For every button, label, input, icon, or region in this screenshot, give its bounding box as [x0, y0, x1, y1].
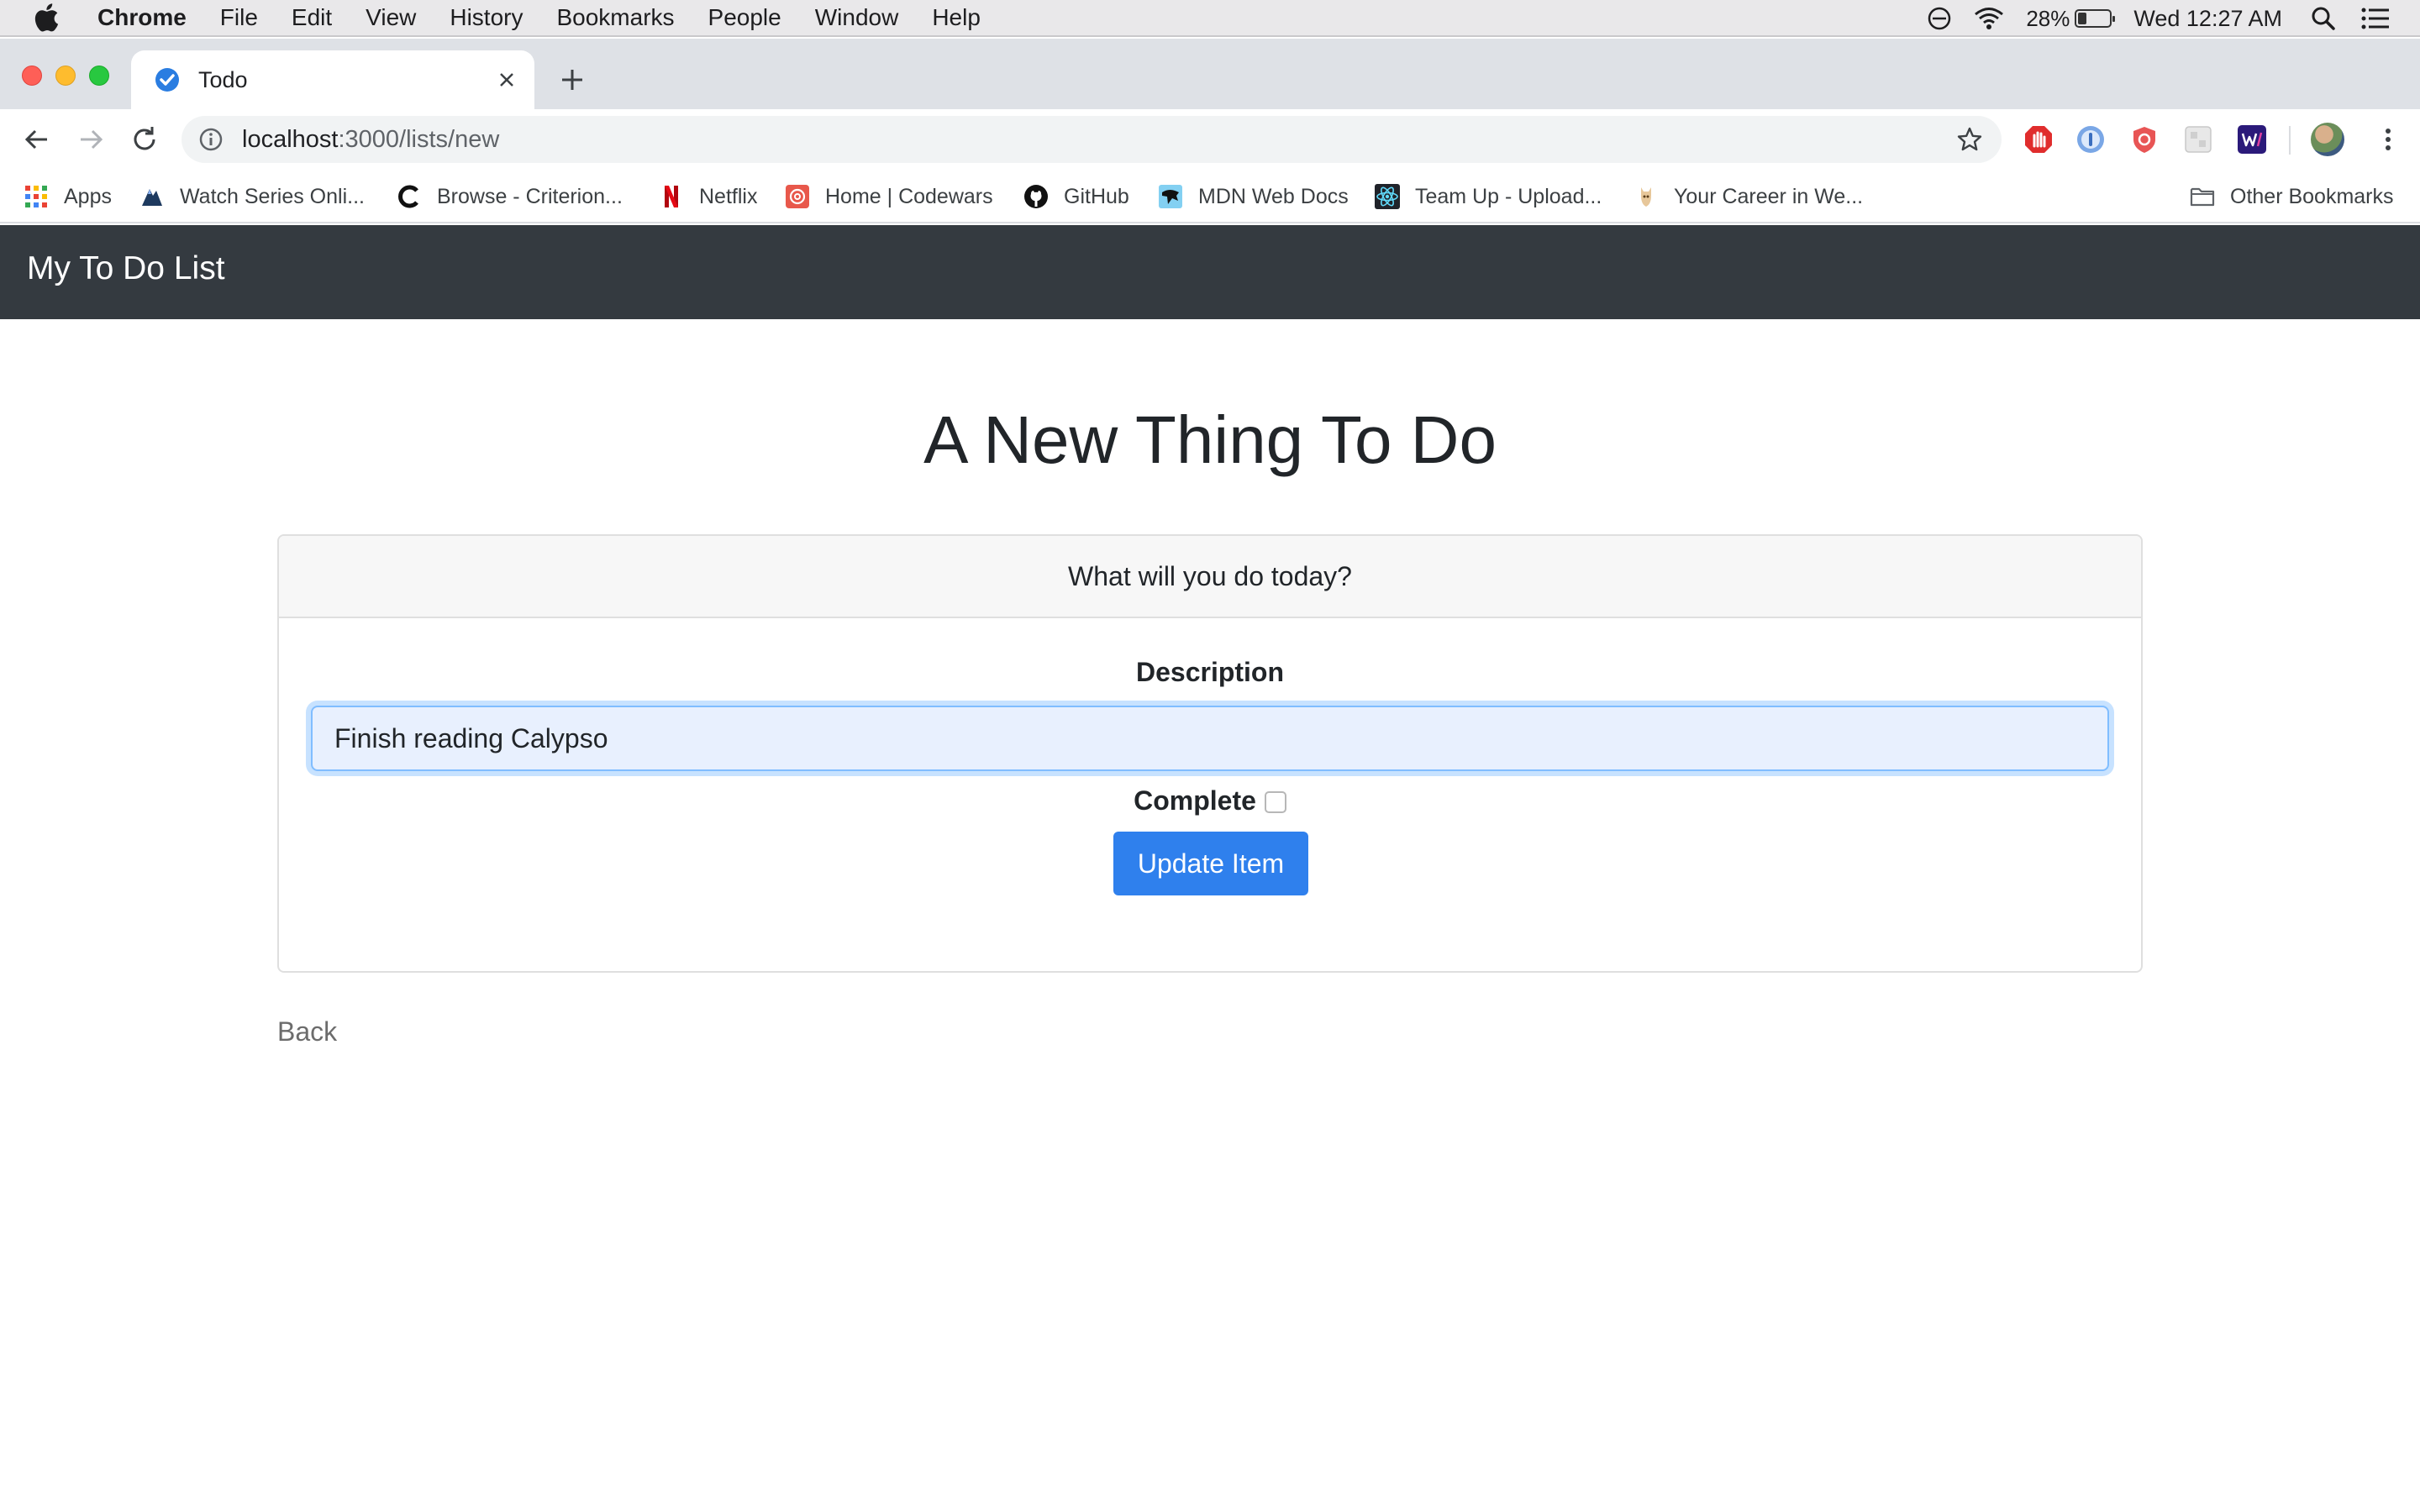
bookmark-netflix[interactable]: Netflix	[659, 181, 757, 212]
site-info-icon[interactable]	[198, 127, 224, 152]
profile-avatar[interactable]	[2311, 123, 2344, 156]
bookmark-mdn[interactable]: MDN Web Docs	[1158, 181, 1349, 212]
watch-series-icon	[142, 189, 162, 206]
update-item-button[interactable]: Update Item	[1113, 832, 1308, 895]
apps-grid-icon	[25, 186, 47, 207]
card-header: What will you do today?	[279, 536, 2141, 618]
codewars-icon	[786, 185, 809, 208]
bookmark-label: Netflix	[699, 184, 758, 208]
wifi-icon[interactable]	[1974, 7, 2004, 30]
url-text[interactable]: localhost:3000/lists/new	[242, 126, 499, 154]
address-bar[interactable]: localhost:3000/lists/new	[182, 116, 2002, 163]
menu-people[interactable]: People	[708, 4, 781, 31]
mdn-icon	[1159, 185, 1182, 208]
react-icon	[1375, 184, 1400, 209]
menu-bar-clock[interactable]: Wed 12:27 AM	[2133, 6, 2282, 32]
privacy-badger-extension-icon[interactable]	[2129, 124, 2160, 155]
battery-percent: 28%	[2026, 5, 2070, 31]
grey-extension-icon[interactable]	[2183, 124, 2213, 155]
webflow-extension-icon[interactable]	[2237, 124, 2267, 155]
tab-title: Todo	[198, 66, 248, 92]
menu-edit[interactable]: Edit	[292, 4, 332, 31]
bookmark-label: GitHub	[1064, 184, 1129, 208]
bookmark-codewars[interactable]: Home | Codewars	[785, 181, 993, 212]
menu-view[interactable]: View	[366, 4, 416, 31]
bookmark-label: Home | Codewars	[825, 184, 993, 208]
battery-icon[interactable]	[2075, 9, 2116, 28]
navbar-brand[interactable]: My To Do List	[27, 250, 225, 287]
window-minimize-button[interactable]	[55, 66, 76, 86]
page-title: A New Thing To Do	[923, 402, 1497, 477]
bookmark-label: Your Career in We...	[1674, 184, 1864, 208]
spotlight-search-icon[interactable]	[2311, 6, 2336, 31]
mac-menu-bar: Chrome File Edit View History Bookmarks …	[0, 0, 2420, 37]
window-close-button[interactable]	[22, 66, 42, 86]
bookmark-label: Browse - Criterion...	[437, 184, 623, 208]
folder-icon	[2190, 187, 2215, 207]
browser-tab-strip: Todo	[0, 39, 2420, 109]
notification-center-icon[interactable]	[2361, 7, 2390, 30]
github-icon	[1024, 185, 1048, 208]
bookmark-label: Team Up - Upload...	[1415, 184, 1602, 208]
url-path: :3000/lists/new	[338, 125, 500, 153]
url-host: localhost	[242, 125, 339, 153]
bookmark-star-icon[interactable]	[1956, 126, 1983, 153]
bookmark-watch-series[interactable]: Watch Series Onli...	[139, 181, 365, 212]
career-icon	[1641, 187, 1651, 207]
browser-toolbar: localhost:3000/lists/new	[0, 109, 2420, 170]
bookmark-your-career[interactable]: Your Career in We...	[1634, 181, 1863, 212]
tab-close-icon[interactable]	[494, 67, 519, 92]
onepassword-extension-icon[interactable]	[2075, 124, 2106, 155]
description-input[interactable]	[311, 706, 2109, 771]
do-not-disturb-icon[interactable]	[1927, 6, 1952, 31]
bookmark-label: MDN Web Docs	[1198, 184, 1349, 208]
reload-icon[interactable]	[128, 123, 161, 156]
window-zoom-button[interactable]	[89, 66, 109, 86]
complete-field: Complete	[279, 780, 2141, 822]
menu-help[interactable]: Help	[932, 4, 981, 31]
bookmark-label: Apps	[64, 184, 112, 208]
bookmark-team-up[interactable]: Team Up - Upload...	[1375, 181, 1602, 212]
tab-todo[interactable]: Todo	[131, 50, 534, 109]
bookmark-label: Other Bookmarks	[2230, 184, 2394, 208]
menu-app-name[interactable]: Chrome	[97, 4, 187, 31]
complete-label: Complete	[1134, 785, 1256, 816]
web-page: My To Do List A New Thing To Do What wil…	[0, 225, 2420, 1512]
new-tab-icon[interactable]	[558, 66, 587, 94]
bookmark-other-bookmarks[interactable]: Other Bookmarks	[2190, 181, 2394, 212]
bookmark-github[interactable]: GitHub	[1023, 181, 1129, 212]
adblock-extension-icon[interactable]	[2023, 124, 2054, 155]
bookmark-label: Watch Series Onli...	[180, 184, 365, 208]
bookmark-apps[interactable]: Apps	[24, 181, 112, 212]
menu-file[interactable]: File	[220, 4, 258, 31]
menu-history[interactable]: History	[450, 4, 523, 31]
back-link[interactable]: Back	[277, 1016, 337, 1047]
netflix-icon	[665, 186, 678, 207]
bookmarks-bar: Apps Watch Series Onli... Browse - Crite…	[0, 170, 2420, 223]
menu-bar-status-area: 28% Wed 12:27 AM	[1905, 0, 2390, 37]
back-arrow-icon[interactable]	[20, 123, 54, 156]
description-label: Description	[1135, 657, 1285, 687]
forward-arrow-icon[interactable]	[74, 123, 108, 156]
new-item-form-card: What will you do today? Description Comp…	[277, 534, 2143, 973]
todo-favicon-icon	[155, 68, 179, 92]
chrome-menu-icon[interactable]	[2371, 123, 2405, 156]
apple-logo-icon[interactable]	[34, 3, 59, 32]
menu-window[interactable]: Window	[815, 4, 899, 31]
criterion-icon	[398, 185, 418, 208]
complete-checkbox[interactable]	[1264, 791, 1286, 813]
toolbar-separator	[2289, 126, 2291, 155]
app-navbar: My To Do List	[0, 225, 2420, 319]
menu-bookmarks[interactable]: Bookmarks	[556, 4, 674, 31]
bookmark-criterion[interactable]: Browse - Criterion...	[397, 181, 623, 212]
